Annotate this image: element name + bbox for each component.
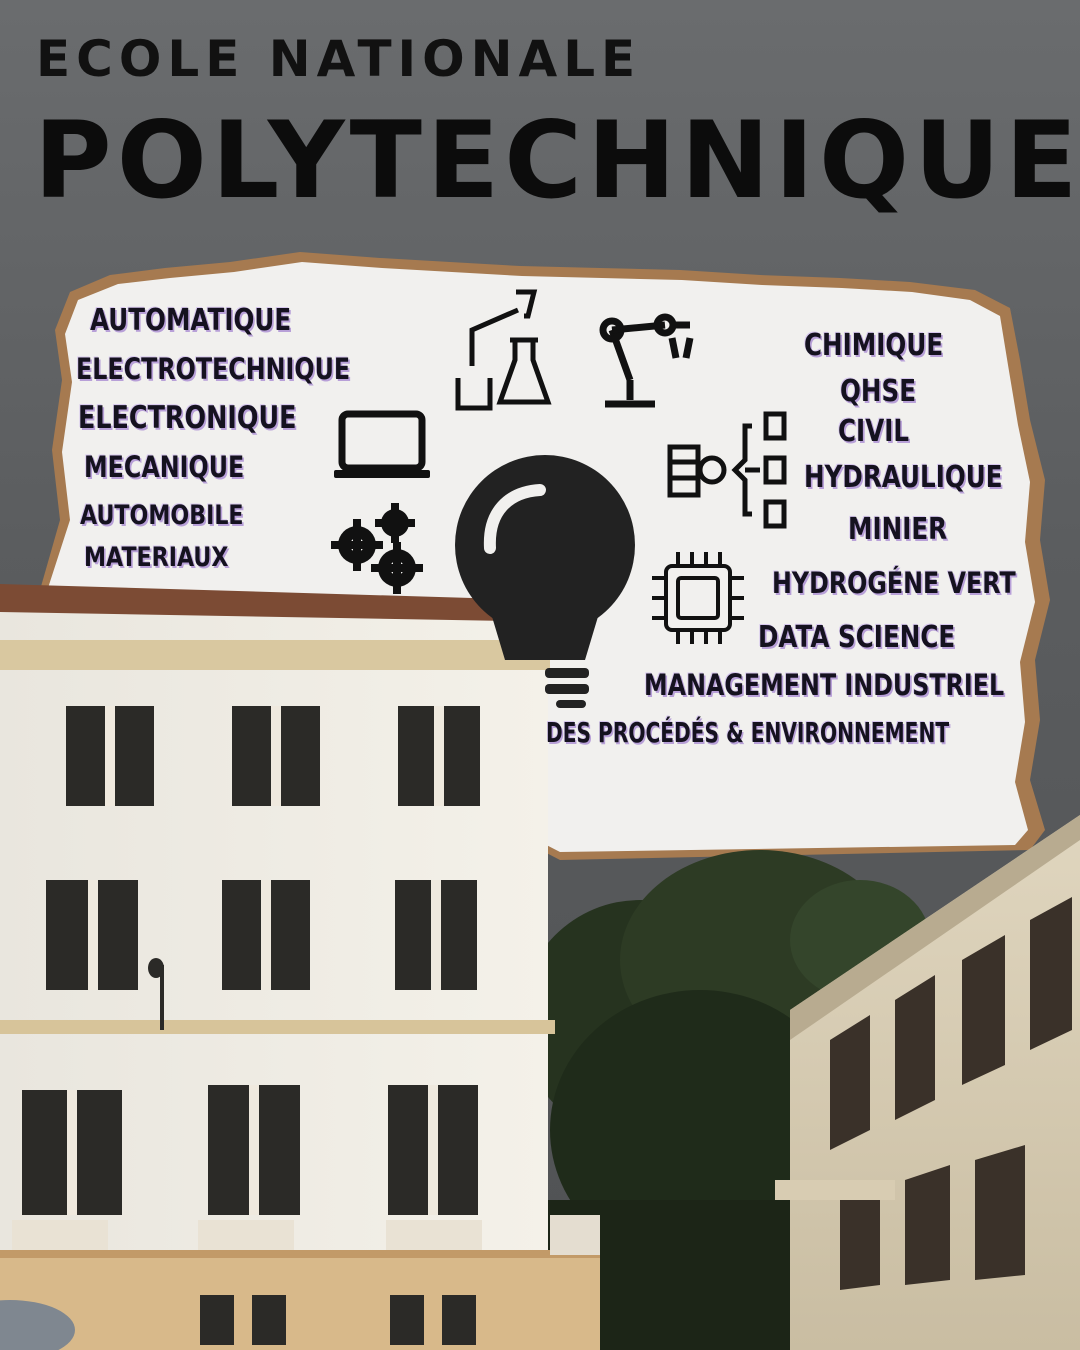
specialty-civil: CIVIL: [838, 414, 910, 449]
specialty-data-science: DATA SCIENCE: [758, 620, 956, 655]
specialty-procedes-environnement: DES PROCÉDÉS & ENVIRONNEMENT: [546, 716, 950, 749]
specialty-electronique: ELECTRONIQUE: [78, 400, 297, 436]
specialty-hydrogene-vert: HYDROGÉNE VERT: [772, 566, 1016, 600]
title-polytechnique: POLYTECHNIQUE: [34, 99, 1080, 222]
specialty-hydraulique: HYDRAULIQUE: [804, 460, 1003, 495]
specialty-materiaux: MATERIAUX: [84, 542, 229, 573]
specialty-electrotechnique: ELECTROTECHNIQUE: [76, 352, 351, 386]
poster: ECOLE NATIONALE POLYTECHNIQUE AUTOMATIQU…: [0, 0, 1080, 1350]
specialty-automatique: AUTOMATIQUE: [90, 303, 292, 338]
specialty-management-industriel: MANAGEMENT INDUSTRIEL: [644, 668, 1005, 702]
specialty-minier: MINIER: [848, 512, 948, 547]
specialty-automobile: AUTOMOBILE: [80, 500, 244, 531]
title-ecole-nationale: ECOLE NATIONALE: [36, 30, 642, 88]
specialty-chimique: CHIMIQUE: [804, 328, 944, 363]
left-building: [0, 584, 600, 1350]
specialty-qhse: QHSE: [840, 374, 917, 409]
specialty-mecanique: MECANIQUE: [84, 450, 245, 484]
